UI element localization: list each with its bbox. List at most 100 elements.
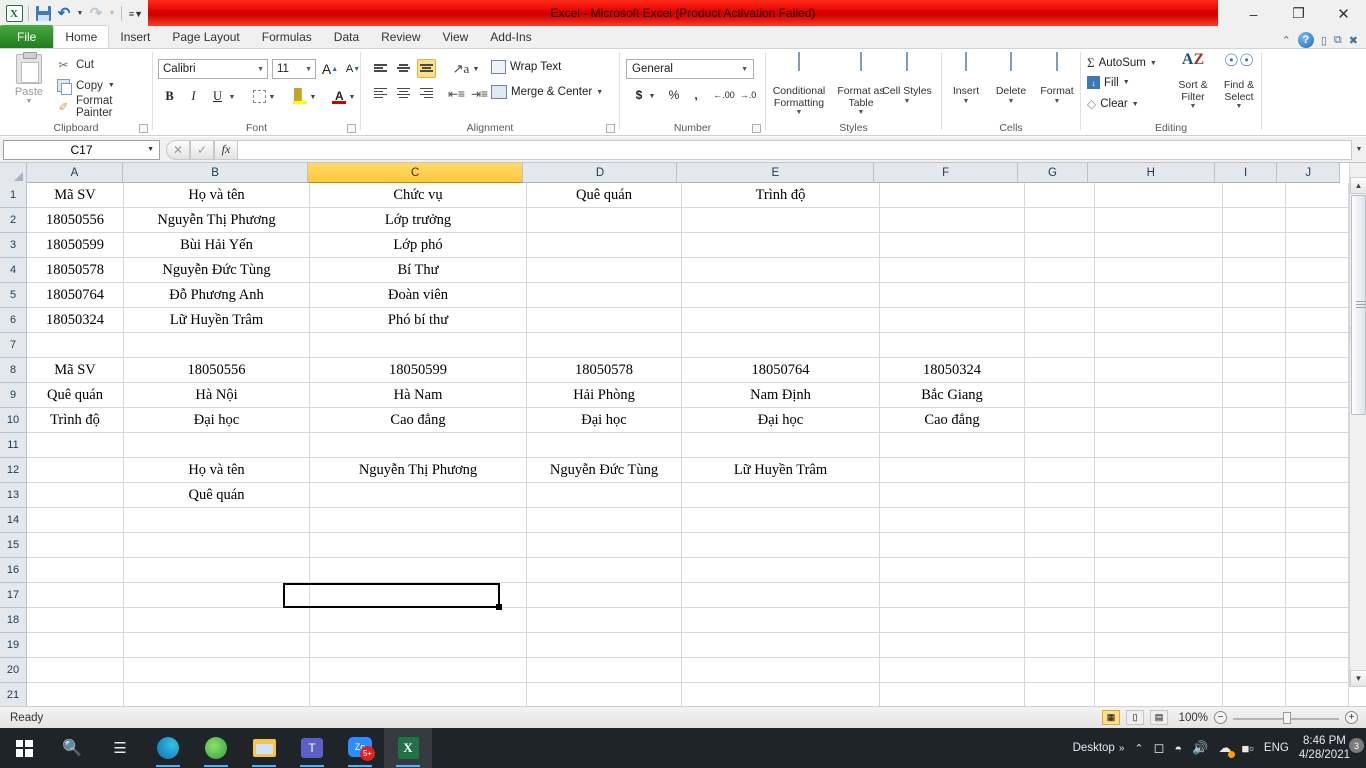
cell-J6[interactable] bbox=[1286, 308, 1349, 333]
cell-F19[interactable] bbox=[880, 633, 1025, 658]
cell-J17[interactable] bbox=[1286, 583, 1349, 608]
font-color-icon[interactable]: A bbox=[329, 86, 349, 106]
cell-F11[interactable] bbox=[880, 433, 1025, 458]
tab-home[interactable]: Home bbox=[53, 25, 110, 48]
row-header[interactable]: 2 bbox=[0, 208, 27, 233]
battery-icon[interactable]: ■▫ bbox=[1241, 741, 1253, 756]
onedrive-icon[interactable]: ☁ bbox=[1218, 740, 1236, 758]
sort-filter-button[interactable]: AZ Sort & Filter ▼ bbox=[1169, 51, 1217, 110]
row-header[interactable]: 13 bbox=[0, 483, 27, 508]
cell-C12[interactable]: Nguyễn Thị Phương bbox=[310, 458, 527, 483]
tab-insert[interactable]: Insert bbox=[109, 26, 161, 48]
cell-C4[interactable]: Bí Thư bbox=[310, 258, 527, 283]
help-icon[interactable]: ? bbox=[1297, 32, 1314, 48]
cell-A2[interactable]: 18050556 bbox=[27, 208, 124, 233]
tab-add-ins[interactable]: Add-Ins bbox=[479, 26, 542, 48]
meet-now-icon[interactable]: ◻ bbox=[1154, 740, 1165, 756]
cell-H10[interactable] bbox=[1095, 408, 1223, 433]
row-header[interactable]: 16 bbox=[0, 558, 27, 583]
row-header[interactable]: 6 bbox=[0, 308, 27, 333]
cell-B18[interactable] bbox=[124, 608, 310, 633]
cell-J11[interactable] bbox=[1286, 433, 1349, 458]
cell-G1[interactable] bbox=[1025, 183, 1095, 208]
cell-B16[interactable] bbox=[124, 558, 310, 583]
column-header-f[interactable]: F bbox=[874, 163, 1019, 183]
decrease-indent-icon[interactable]: ⇤≡ bbox=[447, 84, 466, 103]
cell-B5[interactable]: Đỗ Phương Anh bbox=[124, 283, 310, 308]
wrap-text-button[interactable]: Wrap Text bbox=[491, 60, 561, 74]
font-size-dropdown-icon[interactable]: ▼ bbox=[305, 66, 312, 73]
cell-I11[interactable] bbox=[1223, 433, 1286, 458]
cell-A18[interactable] bbox=[27, 608, 124, 633]
cell-H4[interactable] bbox=[1095, 258, 1223, 283]
cell-J10[interactable] bbox=[1286, 408, 1349, 433]
cell-B14[interactable] bbox=[124, 508, 310, 533]
cell-F20[interactable] bbox=[880, 658, 1025, 683]
show-hidden-icons-icon[interactable]: ⌃ bbox=[1134, 742, 1143, 755]
desktop-label[interactable]: Desktop bbox=[1073, 742, 1115, 754]
cell-I8[interactable] bbox=[1223, 358, 1286, 383]
borders-dropdown-icon[interactable]: ▼ bbox=[267, 87, 277, 107]
cell-J7[interactable] bbox=[1286, 333, 1349, 358]
row-header[interactable]: 4 bbox=[0, 258, 27, 283]
cell-F21[interactable] bbox=[880, 683, 1025, 708]
clear-dropdown-icon[interactable]: ▼ bbox=[1132, 101, 1139, 108]
cell-H18[interactable] bbox=[1095, 608, 1223, 633]
align-top-icon[interactable] bbox=[371, 59, 390, 78]
column-header-i[interactable]: I bbox=[1215, 163, 1278, 183]
cell-D15[interactable] bbox=[527, 533, 682, 558]
cell-G18[interactable] bbox=[1025, 608, 1095, 633]
clear-button[interactable]: ◇ Clear ▼ bbox=[1087, 97, 1139, 111]
delete-cells-button[interactable]: Delete ▼ bbox=[988, 52, 1034, 105]
font-size-input[interactable]: 11 ▼ bbox=[272, 59, 316, 79]
scroll-up-icon[interactable]: ▲ bbox=[1350, 177, 1366, 194]
cell-C15[interactable] bbox=[310, 533, 527, 558]
cell-G10[interactable] bbox=[1025, 408, 1095, 433]
cell-H15[interactable] bbox=[1095, 533, 1223, 558]
tab-data[interactable]: Data bbox=[323, 26, 370, 48]
cell-C19[interactable] bbox=[310, 633, 527, 658]
cell-E4[interactable] bbox=[682, 258, 880, 283]
column-header-e[interactable]: E bbox=[677, 163, 875, 183]
minimize-button[interactable]: – bbox=[1231, 0, 1276, 27]
cell-D12[interactable]: Nguyễn Đức Tùng bbox=[527, 458, 682, 483]
cell-I13[interactable] bbox=[1223, 483, 1286, 508]
increase-indent-icon[interactable]: ⇥≡ bbox=[470, 84, 489, 103]
cell-F8[interactable]: 18050324 bbox=[880, 358, 1025, 383]
tab-review[interactable]: Review bbox=[370, 26, 431, 48]
cell-A4[interactable]: 18050578 bbox=[27, 258, 124, 283]
cell-B15[interactable] bbox=[124, 533, 310, 558]
cell-B9[interactable]: Hà Nội bbox=[124, 383, 310, 408]
cell-I20[interactable] bbox=[1223, 658, 1286, 683]
row-header[interactable]: 3 bbox=[0, 233, 27, 258]
row-header[interactable]: 11 bbox=[0, 433, 27, 458]
clock[interactable]: 8:46 PM 4/28/2021 bbox=[1299, 734, 1350, 762]
font-dialog-launcher[interactable] bbox=[347, 124, 356, 133]
column-header-h[interactable]: H bbox=[1088, 163, 1215, 183]
cell-C13[interactable] bbox=[310, 483, 527, 508]
cell-A12[interactable] bbox=[27, 458, 124, 483]
cell-G8[interactable] bbox=[1025, 358, 1095, 383]
align-bottom-icon[interactable] bbox=[417, 59, 436, 78]
cell-B8[interactable]: 18050556 bbox=[124, 358, 310, 383]
cell-D10[interactable]: Đại học bbox=[527, 408, 682, 433]
cell-J8[interactable] bbox=[1286, 358, 1349, 383]
cell-C6[interactable]: Phó bí thư bbox=[310, 308, 527, 333]
cell-D1[interactable]: Quê quán bbox=[527, 183, 682, 208]
cell-J4[interactable] bbox=[1286, 258, 1349, 283]
language-indicator[interactable]: ENG bbox=[1264, 742, 1289, 754]
cell-J13[interactable] bbox=[1286, 483, 1349, 508]
column-header-b[interactable]: B bbox=[123, 163, 308, 183]
cell-A7[interactable] bbox=[27, 333, 124, 358]
cell-H17[interactable] bbox=[1095, 583, 1223, 608]
scroll-down-icon[interactable]: ▼ bbox=[1350, 670, 1366, 687]
name-box-dropdown-icon[interactable]: ▼ bbox=[147, 146, 154, 153]
tab-view[interactable]: View bbox=[432, 26, 480, 48]
cell-G4[interactable] bbox=[1025, 258, 1095, 283]
cell-B20[interactable] bbox=[124, 658, 310, 683]
cell-C11[interactable] bbox=[310, 433, 527, 458]
cell-D2[interactable] bbox=[527, 208, 682, 233]
cell-F10[interactable]: Cao đẳng bbox=[880, 408, 1025, 433]
zoom-slider[interactable] bbox=[1233, 711, 1339, 725]
cell-D21[interactable] bbox=[527, 683, 682, 708]
